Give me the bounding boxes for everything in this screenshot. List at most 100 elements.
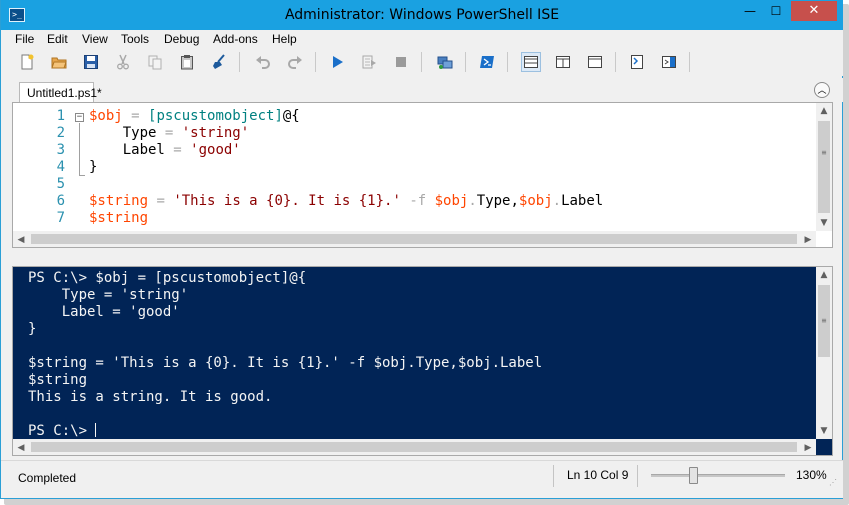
copy-button[interactable] — [145, 52, 165, 72]
code-line[interactable]: $string = 'This is a {0}. It is {1}.' -f… — [89, 193, 815, 210]
scrollbar-thumb[interactable] — [31, 442, 797, 452]
scroll-left-arrow-icon[interactable]: ◀ — [13, 231, 29, 247]
scrollbar-grip-icon: ≡ — [821, 316, 827, 325]
menu-view[interactable]: View — [82, 32, 108, 46]
status-bar: Completed Ln 10 Col 9 130% ⋰ — [1, 460, 843, 498]
script-pane-top-button[interactable] — [521, 52, 541, 72]
menu-edit[interactable]: Edit — [47, 32, 68, 46]
script-pane-maximized-button[interactable] — [585, 52, 605, 72]
code-line[interactable]: $string — [89, 210, 815, 227]
scrollbar-thumb[interactable] — [818, 121, 830, 213]
scrollbar-thumb[interactable] — [31, 234, 797, 244]
code-token: . — [468, 193, 477, 209]
new-script-button[interactable] — [17, 52, 37, 72]
floppy-disk-icon — [84, 55, 98, 69]
zoom-slider[interactable] — [651, 474, 785, 477]
resize-grip-icon[interactable]: ⋰ — [829, 479, 839, 491]
code-line[interactable]: } — [89, 159, 815, 176]
status-text: Completed — [18, 471, 77, 485]
scroll-up-arrow-icon[interactable]: ▲ — [816, 103, 832, 119]
cut-button[interactable] — [113, 52, 133, 72]
play-triangle-icon — [333, 56, 343, 68]
title-bar[interactable]: >_ Administrator: Windows PowerShell ISE… — [1, 0, 843, 30]
code-token: 'This is a {0}. It is {1}.' — [173, 193, 401, 209]
console-line: PS C:\> — [28, 423, 97, 439]
scroll-right-arrow-icon[interactable]: ▶ — [800, 439, 816, 455]
menu-help[interactable]: Help — [272, 32, 297, 46]
code-token: -f — [400, 193, 435, 209]
scroll-down-arrow-icon[interactable]: ▼ — [816, 423, 832, 439]
start-powershell-button[interactable] — [477, 52, 497, 72]
console-line: This is a string. It is good. — [28, 389, 273, 405]
console-line: PS C:\> $obj = [pscustomobject]@{ — [28, 270, 307, 286]
minimize-button[interactable]: — — [737, 1, 763, 21]
command-addon-icon — [662, 56, 676, 68]
toolbar-separator — [421, 52, 422, 72]
run-script-button[interactable] — [327, 52, 347, 72]
code-token: $obj — [518, 193, 553, 209]
scroll-left-arrow-icon[interactable]: ◀ — [13, 439, 29, 455]
console-line: $string = 'This is a {0}. It is {1}.' -f… — [28, 355, 543, 371]
line-number: 4 — [56, 159, 65, 175]
code-line[interactable]: $obj = [pscustomobject]@{ — [89, 108, 815, 125]
collapse-region-icon[interactable]: − — [75, 113, 84, 122]
clear-console-button[interactable] — [209, 52, 229, 72]
layout-max-icon — [588, 56, 602, 68]
script-pane-right-button[interactable] — [553, 52, 573, 72]
console-pane[interactable]: PS C:\> $obj = [pscustomobject]@{ Type =… — [12, 266, 833, 456]
scrollbar-grip-icon: ≡ — [821, 148, 827, 157]
code-line[interactable]: Label = 'good' — [89, 142, 815, 159]
remote-powershell-button[interactable] — [435, 52, 455, 72]
code-token: 'good' — [190, 142, 241, 158]
toolbar-separator — [615, 52, 616, 72]
script-tab-strip: Untitled1.ps1* ︿ — [1, 78, 843, 102]
undo-button[interactable] — [253, 52, 273, 72]
powershell-ise-window: >_ Administrator: Windows PowerShell ISE… — [0, 0, 843, 499]
fold-guide — [79, 123, 80, 175]
redo-button[interactable] — [285, 52, 305, 72]
cursor-position: Ln 10 Col 9 — [567, 468, 629, 482]
show-command-addon-button[interactable] — [659, 52, 679, 72]
close-button[interactable]: ✕ — [791, 1, 837, 21]
run-selection-button[interactable] — [359, 52, 379, 72]
new-document-icon — [21, 54, 34, 70]
editor-horizontal-scrollbar[interactable]: ◀ ▶ — [13, 231, 816, 247]
stop-operation-button[interactable] — [391, 52, 411, 72]
code-line[interactable] — [89, 176, 815, 193]
line-number: 3 — [56, 142, 65, 158]
zoom-slider-thumb[interactable] — [688, 467, 698, 484]
code-token: , — [510, 193, 519, 209]
scroll-up-arrow-icon[interactable]: ▲ — [816, 267, 832, 283]
toolbar-separator — [465, 52, 466, 72]
scroll-down-arrow-icon[interactable]: ▼ — [816, 215, 832, 231]
show-command-window-button[interactable] — [627, 52, 647, 72]
tab-untitled1[interactable]: Untitled1.ps1* — [19, 82, 102, 102]
code-token: Type — [89, 125, 157, 141]
console-horizontal-scrollbar[interactable]: ◀ ▶ — [13, 439, 816, 455]
layout-top-icon — [524, 56, 538, 68]
menu-file[interactable]: File — [15, 32, 34, 46]
console-output[interactable]: PS C:\> $obj = [pscustomobject]@{ Type =… — [28, 270, 808, 440]
menu-add-ons[interactable]: Add-ons — [213, 32, 258, 46]
code-area[interactable]: $obj = [pscustomobject]@{ Type = 'string… — [89, 108, 815, 227]
toolbar-separator — [239, 52, 240, 72]
maximize-button[interactable]: ☐ — [763, 1, 789, 21]
toolbar-separator — [689, 52, 690, 72]
code-line[interactable]: Type = 'string' — [89, 125, 815, 142]
menu-tools[interactable]: Tools — [121, 32, 149, 46]
scroll-right-arrow-icon[interactable]: ▶ — [800, 231, 816, 247]
toolbar-separator — [507, 52, 508, 72]
console-line: Type = 'string' — [28, 287, 189, 303]
code-token: = — [164, 142, 191, 158]
menu-debug[interactable]: Debug — [164, 32, 199, 46]
editor-vertical-scrollbar[interactable]: ▲ ≡ ▼ — [816, 103, 832, 231]
code-token: Label — [561, 193, 604, 209]
console-vertical-scrollbar[interactable]: ▲ ≡ ▼ — [816, 267, 832, 439]
open-script-button[interactable] — [49, 52, 69, 72]
scissors-icon — [117, 54, 129, 70]
line-number: 5 — [56, 176, 65, 192]
paste-button[interactable] — [177, 52, 197, 72]
script-editor[interactable]: 1 2 3 4 5 6 7 − $obj = [pscustomobject]@… — [12, 102, 833, 248]
save-script-button[interactable] — [81, 52, 101, 72]
collapse-script-pane-icon[interactable]: ︿ — [814, 82, 830, 98]
